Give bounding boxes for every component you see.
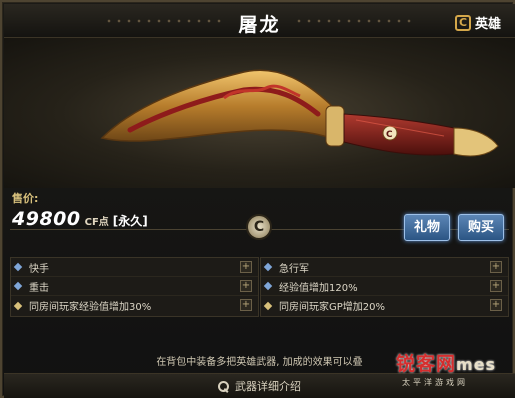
price-label: 售价: bbox=[12, 192, 39, 205]
attribute-row: 重击 + bbox=[11, 277, 258, 296]
attribute-text: 同房间玩家GP增加20% bbox=[279, 302, 386, 313]
weapon-detail-window: 屠龙 C 英雄 C 售价: 49800 CF点 [永久] C 礼物 购买 快手 … bbox=[0, 0, 515, 398]
attribute-diamond-icon bbox=[13, 281, 23, 291]
expand-plus-icon[interactable]: + bbox=[240, 280, 252, 292]
crossfire-emblem-icon: C bbox=[246, 214, 272, 240]
price-term: [永久] bbox=[112, 214, 148, 228]
attribute-panel-left: 快手 + 重击 + 同房间玩家经验值增加30% + bbox=[10, 257, 259, 317]
watermark: 锐客网mes 太平洋游戏网 bbox=[396, 349, 508, 394]
attribute-diamond-icon bbox=[263, 301, 273, 310]
weapon-title: 屠龙 bbox=[238, 14, 281, 36]
gift-button[interactable]: 礼物 bbox=[404, 214, 450, 241]
hero-rank-icon: C bbox=[454, 14, 471, 31]
attribute-row: 同房间玩家GP增加20% + bbox=[261, 296, 508, 315]
price-block: 售价: 49800 CF点 [永久] bbox=[12, 190, 148, 230]
weapon-details-label: 武器详细介绍 bbox=[235, 380, 301, 393]
weapon-preview: C bbox=[4, 38, 515, 188]
svg-text:C: C bbox=[386, 130, 393, 140]
title-bar: 屠龙 C 英雄 bbox=[4, 4, 515, 38]
attribute-text: 急行军 bbox=[279, 263, 309, 275]
attribute-diamond-icon bbox=[263, 281, 273, 291]
attribute-diamond-icon bbox=[263, 262, 273, 272]
attribute-text: 重击 bbox=[29, 282, 49, 294]
attribute-diamond-icon bbox=[13, 301, 23, 310]
search-icon bbox=[218, 380, 229, 392]
attribute-text: 经验值增加120% bbox=[279, 282, 358, 294]
kukri-knife-image: C bbox=[100, 69, 499, 157]
attribute-row: 经验值增加120% + bbox=[261, 277, 508, 296]
expand-plus-icon[interactable]: + bbox=[490, 261, 502, 273]
rank-label: 英雄 bbox=[474, 17, 501, 32]
watermark-sub: 太平洋游戏网 bbox=[402, 378, 468, 387]
expand-plus-icon[interactable]: + bbox=[490, 280, 502, 292]
attribute-diamond-icon bbox=[13, 262, 23, 272]
price-value: 49800 bbox=[12, 208, 81, 230]
attribute-row: 急行军 + bbox=[261, 258, 508, 277]
expand-plus-icon[interactable]: + bbox=[240, 299, 252, 311]
price-unit: CF点 bbox=[84, 217, 109, 228]
expand-plus-icon[interactable]: + bbox=[240, 261, 252, 273]
attribute-text: 快手 bbox=[29, 263, 49, 275]
watermark-main: 锐客网mes bbox=[396, 353, 497, 375]
attribute-row: 快手 + bbox=[11, 258, 258, 277]
expand-plus-icon[interactable]: + bbox=[490, 299, 502, 311]
attribute-panel-right: 急行军 + 经验值增加120% + 同房间玩家GP增加20% + bbox=[260, 257, 509, 317]
price-row: 49800 CF点 [永久] bbox=[12, 208, 148, 230]
attribute-row: 同房间玩家经验值增加30% + bbox=[11, 296, 258, 315]
buy-button[interactable]: 购买 bbox=[458, 214, 504, 241]
attribute-text: 同房间玩家经验值增加30% bbox=[29, 302, 152, 313]
rank-badge: C 英雄 bbox=[454, 13, 501, 32]
